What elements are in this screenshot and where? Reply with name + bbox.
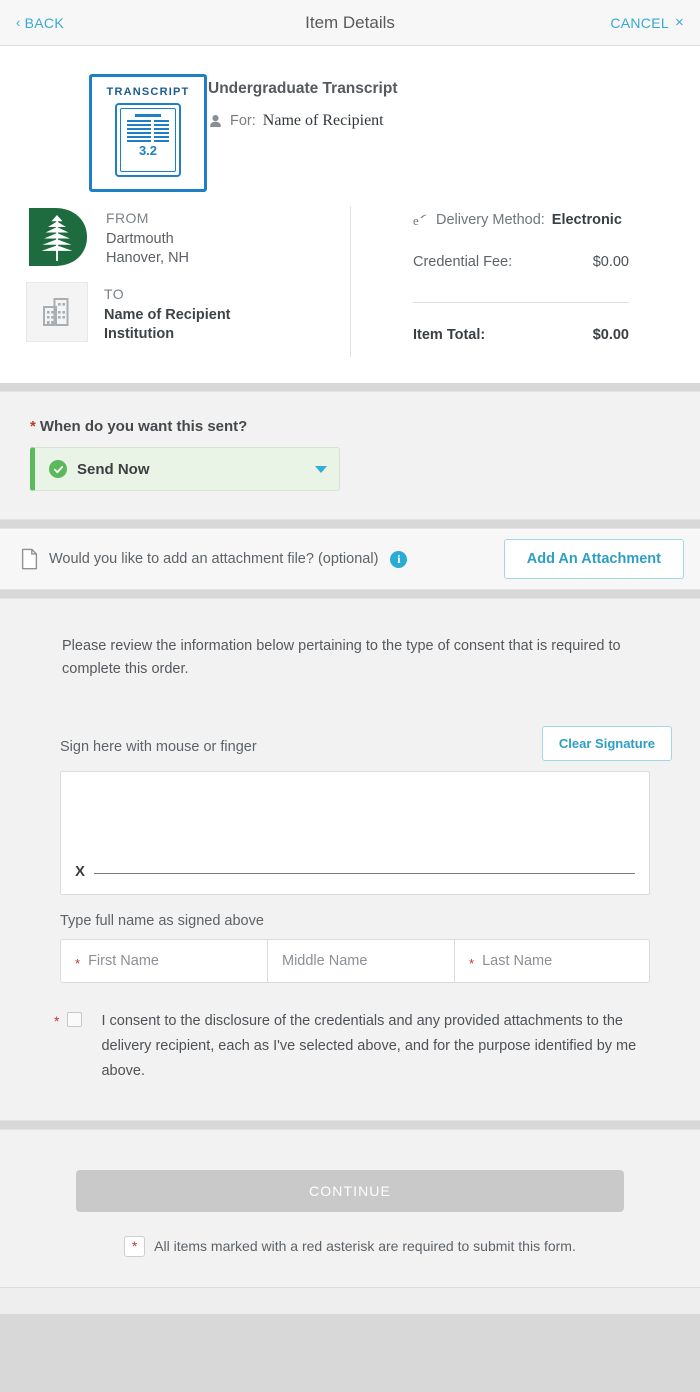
footer-section: CONTINUE * All items marked with a red a…	[0, 1129, 700, 1288]
add-attachment-button[interactable]: Add An Attachment	[504, 539, 684, 579]
dartmouth-pine-logo-icon	[26, 206, 90, 268]
chevron-down-icon	[315, 466, 327, 473]
person-icon	[208, 114, 223, 129]
item-total-label: Item Total:	[413, 327, 485, 343]
item-meta: Undergraduate Transcript For: Name of Re…	[208, 74, 398, 192]
back-button[interactable]: ‹ BACK	[16, 15, 64, 31]
fee-label: Credential Fee:	[413, 254, 512, 270]
clear-signature-button[interactable]: Clear Signature	[542, 726, 672, 761]
fee-amount: $0.00	[593, 254, 629, 270]
section-divider	[0, 383, 700, 391]
for-value: Name of Recipient	[263, 112, 384, 130]
signature-pad[interactable]: X	[60, 771, 650, 895]
section-divider-2	[0, 520, 700, 528]
signature-x-marker: X	[75, 863, 85, 880]
fee-divider	[413, 302, 629, 303]
consent-section: Please review the information below pert…	[0, 598, 700, 1121]
electronic-delivery-icon: e	[413, 212, 429, 228]
consent-checkbox-text: I consent to the disclosure of the crede…	[101, 1009, 646, 1084]
delivery-method-value: Electronic	[552, 212, 622, 228]
last-name-placeholder: Last Name	[482, 953, 552, 969]
item-parties-and-fees: FROM Dartmouth Hanover, NH	[0, 198, 700, 383]
check-circle-icon	[49, 460, 67, 478]
item-title: Undergraduate Transcript	[208, 80, 398, 98]
cancel-label: CANCEL	[610, 15, 669, 31]
bottom-strip	[0, 1288, 700, 1314]
required-asterisk-consent: *	[54, 1009, 59, 1084]
institution-building-icon	[26, 282, 88, 342]
page-title: Item Details	[0, 13, 700, 33]
svg-text:e: e	[413, 213, 419, 228]
section-divider-4	[0, 1121, 700, 1129]
required-fields-note-text: All items marked with a red asterisk are…	[154, 1238, 576, 1254]
when-sent-section: * When do you want this sent? Send Now	[0, 391, 700, 520]
required-asterisk-badge: *	[124, 1236, 145, 1257]
from-party: FROM Dartmouth Hanover, NH	[26, 206, 350, 268]
item-summary: TRANSCRIPT	[0, 46, 700, 198]
middle-name-field[interactable]: Middle Name	[268, 940, 455, 982]
transcript-gpa: 3.2	[139, 144, 157, 157]
first-name-field[interactable]: * First Name	[61, 940, 268, 982]
signature-line	[94, 873, 635, 874]
close-icon: ×	[675, 14, 684, 31]
continue-button[interactable]: CONTINUE	[76, 1170, 624, 1212]
item-recipient: For: Name of Recipient	[208, 112, 398, 130]
info-icon[interactable]: i	[390, 551, 407, 568]
required-asterisk-first-name: *	[75, 957, 80, 970]
when-sent-select[interactable]: Send Now	[30, 447, 340, 491]
delivery-method-label: Delivery Method:	[436, 212, 545, 228]
signature-label: Sign here with mouse or finger	[60, 739, 257, 755]
back-label: BACK	[25, 15, 64, 31]
consent-intro-text: Please review the information below pert…	[62, 635, 652, 680]
item-total-amount: $0.00	[593, 327, 629, 343]
section-divider-3	[0, 590, 700, 598]
required-asterisk-last-name: *	[469, 957, 474, 970]
name-fields-row: * First Name Middle Name * Last Name	[60, 939, 650, 983]
from-location: Hanover, NH	[106, 249, 189, 268]
consent-checkbox-row: * I consent to the disclosure of the cre…	[54, 1009, 650, 1084]
required-fields-note: * All items marked with a red asterisk a…	[0, 1236, 700, 1257]
item-total-row: Item Total: $0.00	[413, 327, 629, 343]
attachment-question: Would you like to add an attachment file…	[49, 551, 378, 567]
delivery-method: e Delivery Method: Electronic	[413, 212, 680, 228]
fees-column: e Delivery Method: Electronic Credential…	[350, 206, 680, 357]
cancel-button[interactable]: CANCEL ×	[610, 14, 684, 31]
file-icon	[20, 548, 39, 570]
from-name: Dartmouth	[106, 230, 189, 249]
type-name-label: Type full name as signed above	[60, 913, 672, 929]
page-header: ‹ BACK Item Details CANCEL ×	[0, 0, 700, 46]
chevron-left-icon: ‹	[16, 15, 21, 30]
attachment-section: Would you like to add an attachment file…	[0, 528, 700, 590]
when-sent-question: * When do you want this sent?	[30, 418, 670, 435]
for-label: For:	[230, 113, 256, 129]
when-sent-question-text: When do you want this sent?	[40, 418, 248, 435]
fee-row: Credential Fee: $0.00	[413, 254, 629, 270]
to-party: TO Name of Recipient Institution	[26, 282, 350, 343]
consent-checkbox[interactable]	[67, 1012, 82, 1027]
to-name-line2: Institution	[104, 325, 231, 344]
to-label: TO	[104, 286, 231, 302]
signature-header: Sign here with mouse or finger Clear Sig…	[60, 726, 672, 761]
document-glyph: 3.2	[115, 103, 181, 177]
item-details-page: ‹ BACK Item Details CANCEL × TRANSCRIPT	[0, 0, 700, 1314]
transcript-icon-wrap: TRANSCRIPT	[88, 74, 208, 192]
middle-name-placeholder: Middle Name	[282, 953, 367, 969]
transcript-icon: TRANSCRIPT	[89, 74, 207, 192]
from-label: FROM	[106, 210, 189, 226]
last-name-field[interactable]: * Last Name	[455, 940, 649, 982]
transcript-icon-label: TRANSCRIPT	[107, 86, 190, 98]
item-detail-card: TRANSCRIPT	[0, 46, 700, 383]
first-name-placeholder: First Name	[88, 953, 159, 969]
parties-column: FROM Dartmouth Hanover, NH	[20, 206, 350, 357]
when-sent-selected-value: Send Now	[77, 461, 150, 478]
required-asterisk: *	[30, 419, 36, 434]
to-name: Name of Recipient	[104, 306, 231, 325]
